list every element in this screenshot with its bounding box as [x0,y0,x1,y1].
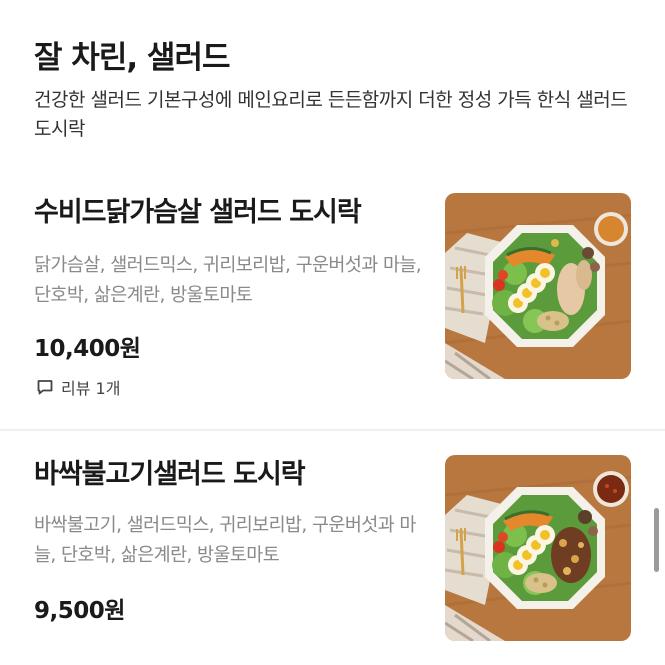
menu-item-price: 9,500원 [34,598,125,624]
menu-item[interactable]: 수비드닭가슴살 샐러드 도시락 닭가슴살, 샐러드믹스, 귀리보리밥, 구운버섯… [0,185,665,430]
menu-item-image[interactable] [445,193,631,379]
section-description: 건강한 샐러드 기본구성에 메인요리로 든든함까지 더한 정성 가득 한식 샐러… [34,89,628,140]
divider [0,429,665,431]
menu-item[interactable]: 바싹불고기샐러드 도시락 바싹불고기, 샐러드믹스, 귀리보리밥, 구운버섯과 … [0,432,665,665]
menu-item-image[interactable] [445,455,631,641]
menu-item-name: 수비드닭가슴살 샐러드 도시락 [34,197,362,228]
menu-item-name: 바싹불고기샐러드 도시락 [34,459,306,490]
menu-item-description: 바싹불고기, 샐러드믹스, 귀리보리밥, 구운버섯과 마늘, 단호박, 삶은계란… [34,515,416,566]
section-title: 잘 차린, 샐러드 [34,40,230,76]
scrollbar[interactable] [654,508,659,572]
menu-item-price: 10,400원 [34,336,141,362]
review-count: 리뷰 1개 [36,375,120,399]
speech-bubble-icon [37,380,53,395]
menu-item-description: 닭가슴살, 샐러드믹스, 귀리보리밥, 구운버섯과 마늘, 단호박, 삶은계란,… [34,255,422,306]
section-header: 잘 차린, 샐러드 건강한 샐러드 기본구성에 메인요리로 든든함까지 더한 정… [34,36,634,144]
review-label: 리뷰 1개 [61,379,121,398]
